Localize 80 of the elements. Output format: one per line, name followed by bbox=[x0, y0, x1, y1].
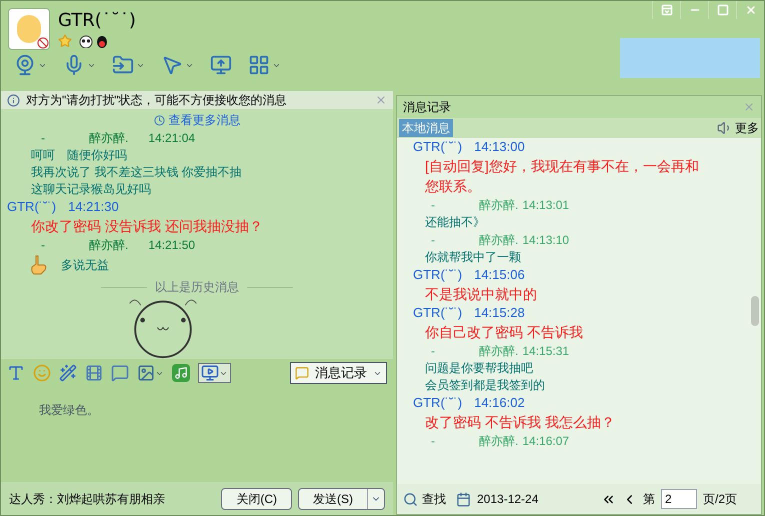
page-prefix: 第 bbox=[642, 491, 655, 508]
app-grid-icon[interactable] bbox=[248, 54, 270, 76]
search-icon bbox=[403, 492, 418, 506]
close-icon[interactable] bbox=[743, 101, 755, 113]
contact-name: GTR(˙˘˙) bbox=[58, 9, 136, 33]
sender-name: 醉亦醉. bbox=[479, 433, 518, 450]
sender-name: 醉亦醉. bbox=[479, 232, 518, 249]
avatar[interactable] bbox=[8, 8, 50, 50]
history-button[interactable]: 消息记录 bbox=[290, 362, 387, 384]
webcam-icon[interactable] bbox=[14, 54, 36, 76]
message-time: 14:21:30 bbox=[68, 198, 119, 216]
clock-icon bbox=[154, 114, 164, 126]
scrollbar-thumb[interactable] bbox=[751, 296, 759, 326]
sender-marker: - bbox=[41, 130, 46, 147]
message-time: 14:15:28 bbox=[474, 304, 525, 322]
calendar-icon[interactable] bbox=[456, 492, 471, 506]
message-time: 14:21:50 bbox=[148, 237, 196, 254]
sender-name: 醉亦醉. bbox=[89, 130, 128, 147]
message-text: 我再次说了 我不差这三块钱 你爱抽不抽 bbox=[31, 164, 242, 181]
font-icon[interactable] bbox=[7, 364, 25, 382]
sender-name: 醉亦醉. bbox=[479, 197, 518, 214]
message-time: 14:16:02 bbox=[474, 394, 525, 412]
message-text: 这聊天记录猴岛见好吗 bbox=[31, 181, 152, 198]
panel-title: 消息记录 bbox=[403, 99, 451, 116]
message-text: 还能抽不》 bbox=[425, 214, 485, 231]
message-text: 多说无益 bbox=[61, 256, 109, 274]
message-time: 14:13:00 bbox=[474, 138, 525, 156]
history-divider-text: 以上是历史消息 bbox=[155, 279, 239, 296]
screen-capture-icon[interactable] bbox=[198, 363, 231, 383]
more-link[interactable]: 更多 bbox=[735, 119, 759, 137]
footer-button[interactable]: 关闭(C) bbox=[221, 488, 292, 510]
sender-marker: - bbox=[431, 343, 436, 360]
folder-icon[interactable] bbox=[112, 54, 134, 76]
sender-name: 醉亦醉. bbox=[479, 343, 518, 360]
star-icon[interactable] bbox=[58, 34, 72, 48]
search-button[interactable]: 查找 bbox=[403, 490, 446, 508]
page-input[interactable]: 2 bbox=[660, 489, 697, 509]
message-time: 14:16:07 bbox=[522, 433, 570, 450]
close-icon[interactable] bbox=[375, 94, 387, 106]
message-time: 14:13:01 bbox=[522, 197, 570, 214]
pointer-icon[interactable] bbox=[161, 54, 183, 76]
message-text: [自动回复]您好，我现在有事不在，一会再和您联系。 bbox=[425, 157, 700, 196]
image-icon[interactable] bbox=[137, 364, 164, 382]
film-icon[interactable] bbox=[85, 364, 103, 382]
message-time: 14:15:06 bbox=[474, 266, 525, 284]
message-time: 14:13:10 bbox=[522, 232, 570, 249]
info-icon bbox=[7, 94, 20, 106]
message-text: 问题是你要帮我抽吧 bbox=[425, 360, 534, 377]
footer-button[interactable]: 发送(S) bbox=[298, 488, 385, 510]
message-text: 会员签到都是我签到的 bbox=[425, 377, 545, 394]
message-text: 改了密码 不告诉我 我怎么抽？ bbox=[425, 413, 615, 432]
message-text: 你改了密码 没告诉我 还问我抽没抽？ bbox=[31, 217, 263, 236]
message-text: 呵呵 随便你好吗 bbox=[31, 147, 128, 164]
sender-marker: - bbox=[431, 197, 436, 214]
sender-marker: - bbox=[431, 232, 436, 249]
more-messages-link[interactable]: 查看更多消息 bbox=[168, 111, 240, 129]
message-input[interactable]: 我爱绿色。 bbox=[39, 401, 355, 419]
message-time: 14:15:31 bbox=[522, 343, 570, 360]
promo-link[interactable]: 达人秀：刘烨起哄苏有朋相亲 bbox=[9, 490, 216, 508]
page-suffix: 页/2页 bbox=[702, 491, 737, 508]
message-text: 不是我说中就中的 bbox=[425, 285, 537, 304]
sender-marker: - bbox=[41, 237, 46, 254]
sender-name: 醉亦醉. bbox=[89, 237, 128, 254]
wand-icon[interactable] bbox=[59, 364, 77, 382]
sender-name: GTR(˙˘˙) bbox=[413, 394, 462, 412]
message-text: 你就帮我中了一颗 bbox=[425, 249, 521, 266]
sender-name: GTR(˙˘˙) bbox=[7, 198, 56, 216]
notice-text: 对方为"请勿打扰"状态，可能不方便接收您的消息 bbox=[26, 92, 288, 109]
message-text: 你自己改了密码 不告诉我 bbox=[425, 323, 583, 342]
sender-name: GTR(˙˘˙) bbox=[413, 304, 462, 322]
monitor-share-icon[interactable] bbox=[210, 54, 232, 76]
sender-marker: - bbox=[431, 433, 436, 450]
message-time: 14:21:04 bbox=[148, 130, 196, 147]
music-icon[interactable] bbox=[172, 364, 190, 382]
panda-icon[interactable] bbox=[79, 34, 93, 48]
date-text[interactable]: 2013-12-24 bbox=[477, 490, 538, 508]
chat-bubble-icon bbox=[295, 366, 309, 380]
sender-name: GTR(˙˘˙) bbox=[413, 266, 462, 284]
no-entry-icon bbox=[37, 37, 49, 49]
sender-name: GTR(˙˘˙) bbox=[413, 138, 462, 156]
